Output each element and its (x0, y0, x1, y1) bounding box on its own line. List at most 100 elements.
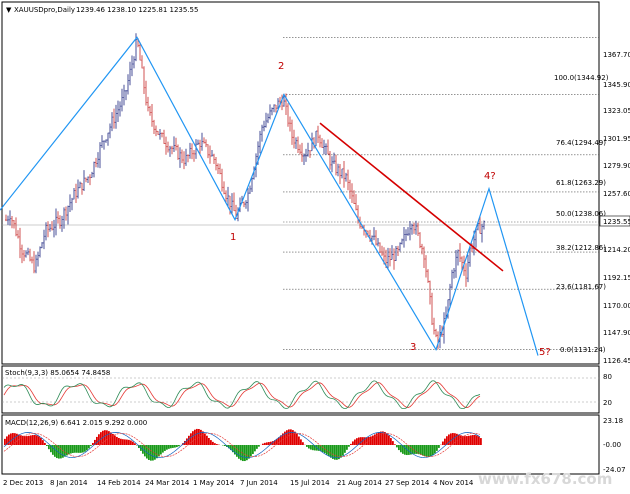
macd-histogram-bar (470, 435, 472, 445)
macd-histogram-bar (74, 445, 76, 453)
macd-histogram-bar (250, 445, 252, 456)
macd-histogram-bar (84, 445, 86, 452)
macd-histogram-bar (386, 433, 388, 445)
symbol-label: XAUUSDpro,Daily (14, 6, 75, 14)
macd-histogram-bar (306, 445, 308, 447)
macd-histogram-bar (466, 436, 468, 445)
time-label: 24 Mar 2014 (145, 479, 190, 487)
time-label: 21 Aug 2014 (337, 479, 382, 487)
macd-histogram-bar (384, 432, 386, 445)
macd-histogram-bar (298, 437, 300, 445)
macd-histogram-bar (394, 444, 396, 445)
time-label: 7 Jun 2014 (240, 479, 278, 487)
macd-histogram-bar (400, 445, 402, 452)
macd-histogram-bar (28, 436, 30, 445)
macd-histogram-bar (254, 445, 256, 451)
chart-canvas[interactable]: www.fx678.com ▼ XAUUSDpro,Daily 1239.46 … (0, 0, 630, 490)
macd-histogram-bar (266, 442, 268, 445)
price-tick: 1257.60 (603, 190, 630, 198)
time-label: 4 Nov 2014 (433, 479, 474, 487)
macd-histogram-bar (212, 442, 214, 445)
macd-histogram-bar (390, 438, 392, 445)
macd-histogram-bar (160, 445, 162, 454)
macd-histogram-bar (40, 438, 42, 445)
macd-histogram-bar (328, 445, 330, 456)
macd-histogram-bar (302, 442, 304, 445)
macd-histogram-bar (86, 445, 88, 450)
macd-histogram-bar (256, 445, 258, 449)
macd-histogram-bar (60, 445, 62, 458)
price-tick: 1301.95 (603, 135, 630, 143)
macd-histogram-bar (192, 431, 194, 445)
macd-tick-top: 23.18 (603, 417, 623, 425)
macd-histogram-bar (374, 434, 376, 445)
macd-histogram-bar (168, 445, 170, 449)
macd-histogram-bar (350, 444, 352, 445)
macd-histogram-bar (348, 445, 350, 447)
macd-histogram-bar (208, 438, 210, 445)
macd-histogram-bar (398, 445, 400, 450)
macd-histogram-bar (64, 445, 66, 457)
macd-histogram-bar (404, 445, 406, 455)
price-tick: 1214.20 (603, 246, 630, 254)
wave-label-4: 4? (484, 171, 496, 182)
macd-histogram-bar (474, 435, 476, 445)
macd-histogram-bar (82, 445, 84, 453)
macd-histogram-bar (442, 442, 444, 445)
macd-histogram-bar (436, 445, 438, 451)
macd-histogram-bar (126, 440, 128, 445)
stoch-title: Stoch(9,3,3) 85.0654 74.8458 (5, 369, 110, 377)
main-pane[interactable] (2, 2, 599, 364)
wave-label-3: 3 (410, 342, 416, 353)
chart-window[interactable]: www.fx678.com ▼ XAUUSDpro,Daily 1239.46 … (0, 0, 630, 490)
macd-histogram-bar (450, 433, 452, 445)
macd-histogram-bar (310, 445, 312, 450)
macd-histogram-bar (90, 445, 92, 446)
macd-histogram-bar (130, 441, 132, 445)
macd-histogram-bar (438, 445, 440, 448)
macd-histogram-bar (202, 431, 204, 445)
macd-histogram-bar (464, 436, 466, 445)
macd-histogram-bar (174, 445, 176, 448)
macd-histogram-bar (68, 445, 70, 454)
price-tick: 1147.90 (603, 329, 630, 337)
macd-histogram-bar (344, 445, 346, 453)
macd-histogram-bar (236, 445, 238, 457)
macd-histogram-bar (460, 435, 462, 445)
macd-histogram-bar (246, 445, 248, 460)
macd-histogram-bar (248, 445, 250, 459)
macd-histogram-bar (120, 439, 122, 445)
chart-menu-triangle[interactable]: ▼ (6, 6, 12, 14)
macd-histogram-bar (8, 435, 10, 445)
macd-histogram-bar (42, 440, 44, 445)
macd-histogram-bar (76, 445, 78, 453)
macd-histogram-bar (408, 445, 410, 455)
macd-histogram-bar (148, 445, 150, 460)
fib-label-50: 50.0(1238.06) (556, 210, 606, 218)
time-axis: 2 Dec 2013 8 Jan 2014 14 Feb 2014 24 Mar… (3, 479, 474, 487)
stoch-tick-20: 20 (603, 399, 612, 407)
macd-histogram-bar (166, 445, 168, 450)
macd-histogram-bar (156, 445, 158, 458)
macd-histogram-bar (10, 433, 12, 445)
macd-histogram-bar (224, 445, 226, 446)
macd-histogram-bar (176, 445, 178, 447)
macd-histogram-bar (24, 436, 26, 445)
macd-histogram-bar (352, 441, 354, 445)
time-label: 1 May 2014 (193, 479, 235, 487)
macd-histogram-bar (424, 445, 426, 456)
macd-histogram-bar (26, 436, 28, 445)
macd-histogram-bar (258, 445, 260, 447)
macd-histogram-bar (196, 429, 198, 445)
macd-histogram-bar (392, 441, 394, 445)
macd-histogram-bar (188, 436, 190, 445)
macd-histogram-bar (422, 445, 424, 456)
price-tick: 1192.15 (603, 274, 630, 282)
macd-histogram-bar (80, 445, 82, 453)
macd-histogram-bar (262, 444, 264, 445)
macd-histogram-bar (122, 439, 124, 445)
macd-histogram-bar (434, 445, 436, 453)
price-tick: 1170.00 (603, 302, 630, 310)
price-tick: 1323.05 (603, 107, 630, 115)
macd-histogram-bar (206, 436, 208, 445)
